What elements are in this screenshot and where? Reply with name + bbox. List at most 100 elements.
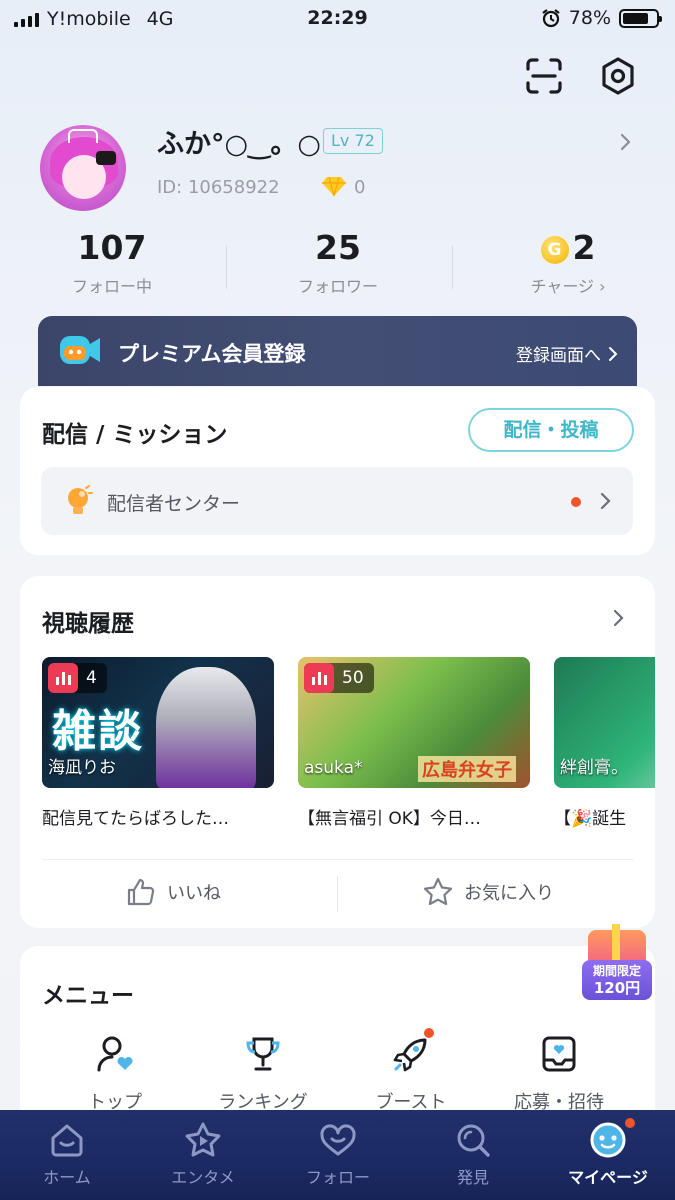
streamer-center-row[interactable]: 配信者センター (41, 467, 633, 535)
chevron-right-icon[interactable] (617, 132, 635, 152)
notification-dot (625, 1118, 635, 1128)
alarm-icon (542, 9, 560, 28)
nav-label: ホーム (43, 1168, 91, 1187)
chevron-right-icon (600, 492, 611, 510)
nav-label: エンタメ (171, 1168, 235, 1187)
divider (226, 245, 227, 289)
battery-icon (619, 8, 662, 28)
trophy-icon (246, 1037, 280, 1071)
rocket-icon (393, 1038, 427, 1072)
premium-banner[interactable]: プレミアム会員登録 登録画面へ (38, 316, 637, 386)
coins-stat[interactable]: G2 チャージ › (518, 228, 618, 297)
stream-title: 配信見てたらばろした… (42, 809, 229, 829)
nav-follow[interactable]: フォロー (283, 1120, 393, 1188)
diamond-count: 0 (354, 177, 366, 198)
user-id: ID: 10658922 (157, 177, 280, 198)
stream-thumbnail: 広島弁女子 50 asuka* (298, 657, 530, 788)
nav-entertainment[interactable]: エンタメ (148, 1120, 258, 1188)
stream-thumbnail: 絆創膏。 (554, 657, 655, 788)
lightbulb-icon (68, 485, 93, 514)
nav-label: フォロー (305, 1168, 370, 1187)
stream-title: 【無言福引 OK】今日… (298, 809, 481, 829)
live-bars-icon (304, 663, 334, 693)
streamer-name: 絆創膏。 (560, 758, 628, 778)
battery-percent: 78% (568, 7, 611, 29)
broadcast-post-button[interactable]: 配信・投稿 (468, 408, 634, 452)
history-item[interactable]: 広島弁女子 50 asuka* 【無言福引 OK】今日… (298, 657, 530, 829)
scan-icon[interactable] (524, 56, 564, 96)
bottom-navigation: ホーム エンタメ フォロー 発見 マイページ (0, 1110, 675, 1200)
favorite-button[interactable]: お気に入り (422, 876, 554, 908)
premium-title: プレミアム会員登録 (118, 342, 306, 366)
followers-stat[interactable]: 25 フォロワー (288, 228, 388, 297)
viewer-badge: 4 (48, 663, 107, 693)
nav-home[interactable]: ホーム (12, 1120, 122, 1188)
nav-label: マイページ (568, 1168, 648, 1187)
like-button[interactable]: いいね (125, 876, 221, 908)
premium-register-link[interactable]: 登録画面へ (516, 341, 619, 366)
divider (42, 859, 634, 860)
stream-title: 【🎉誕生 (554, 809, 627, 829)
nav-label: 発見 (456, 1168, 489, 1187)
menu-card: メニュー トップ ランキング ブースト 応募・招待 (20, 946, 655, 1126)
streamer-name: asuka* (304, 758, 363, 778)
settings-gear-icon[interactable] (598, 56, 638, 96)
user-heart-icon (97, 1036, 133, 1072)
face-icon (590, 1122, 626, 1158)
history-item[interactable]: 雑談 4 海凪りお 配信見てたらばろした… (42, 657, 274, 829)
user-name[interactable]: ふか°○‿。○ (157, 122, 321, 161)
video-camera-icon (60, 336, 100, 364)
like-label: いいね (167, 883, 221, 904)
stream-thumbnail: 雑談 4 海凪りお (42, 657, 274, 788)
coin-icon: G (540, 236, 569, 264)
status-bar: Y!mobile 4G 22:29 78% (0, 0, 675, 38)
followers-count: 25 (315, 228, 361, 267)
thumbnail-caption: 広島弁女子 (418, 756, 516, 782)
promo-label: 期間限定 (592, 964, 641, 978)
promo-price: 120円 (593, 979, 641, 997)
following-label: フォロー中 (71, 277, 152, 296)
menu-item-invite[interactable]: 応募・招待 (494, 1034, 624, 1114)
viewer-count: 50 (342, 668, 364, 688)
avatar[interactable] (40, 125, 126, 211)
divider (452, 245, 453, 289)
favorite-label: お気に入り (464, 883, 554, 904)
home-icon (51, 1124, 83, 1157)
star-icon (423, 877, 453, 906)
chevron-right-icon[interactable] (612, 608, 626, 628)
viewer-badge: 50 (304, 663, 374, 693)
mission-card: 配信 / ミッション 配信・投稿 配信者センター (20, 387, 655, 555)
level-badge: Lv 72 (323, 128, 383, 154)
viewer-count: 4 (86, 668, 97, 688)
nav-mypage[interactable]: マイページ (553, 1118, 663, 1188)
thumbnail-caption: 雑談 (52, 706, 144, 757)
coin-count: 2 (572, 228, 596, 267)
menu-item-ranking[interactable]: ランキング (198, 1034, 328, 1114)
live-bars-icon (48, 663, 78, 693)
mission-title: 配信 / ミッション (42, 422, 228, 448)
following-stat[interactable]: 107 フォロー中 (62, 228, 162, 297)
chevron-right-icon (609, 346, 618, 361)
premium-cta-label: 登録画面へ (516, 346, 601, 366)
notification-dot (424, 1028, 434, 1038)
heart-chat-icon (320, 1124, 356, 1156)
streamer-center-label: 配信者センター (107, 493, 241, 515)
search-icon (457, 1124, 490, 1157)
limited-offer-promo[interactable]: 期間限定 120円 (582, 924, 658, 1002)
streamer-name: 海凪りお (48, 758, 116, 778)
menu-title: メニュー (42, 983, 134, 1009)
chevron-right-icon: › (599, 277, 606, 296)
thumbs-up-icon (127, 878, 155, 906)
notification-dot (571, 497, 581, 507)
menu-item-top[interactable]: トップ (50, 1034, 180, 1114)
followers-label: フォロワー (297, 277, 378, 296)
watch-history-card: 視聴履歴 雑談 4 海凪りお 配信見てたらばろした… 広島弁女子 50 asuk… (20, 576, 655, 928)
following-count: 107 (77, 228, 147, 267)
menu-item-boost[interactable]: ブースト (346, 1028, 476, 1114)
star-play-icon (185, 1122, 221, 1157)
diamond-icon (322, 176, 346, 197)
nav-discover[interactable]: 発見 (418, 1120, 528, 1188)
inbox-heart-icon (542, 1036, 576, 1072)
charge-label: チャージ (530, 277, 595, 296)
history-item[interactable]: 絆創膏。 【🎉誕生 (554, 657, 655, 829)
